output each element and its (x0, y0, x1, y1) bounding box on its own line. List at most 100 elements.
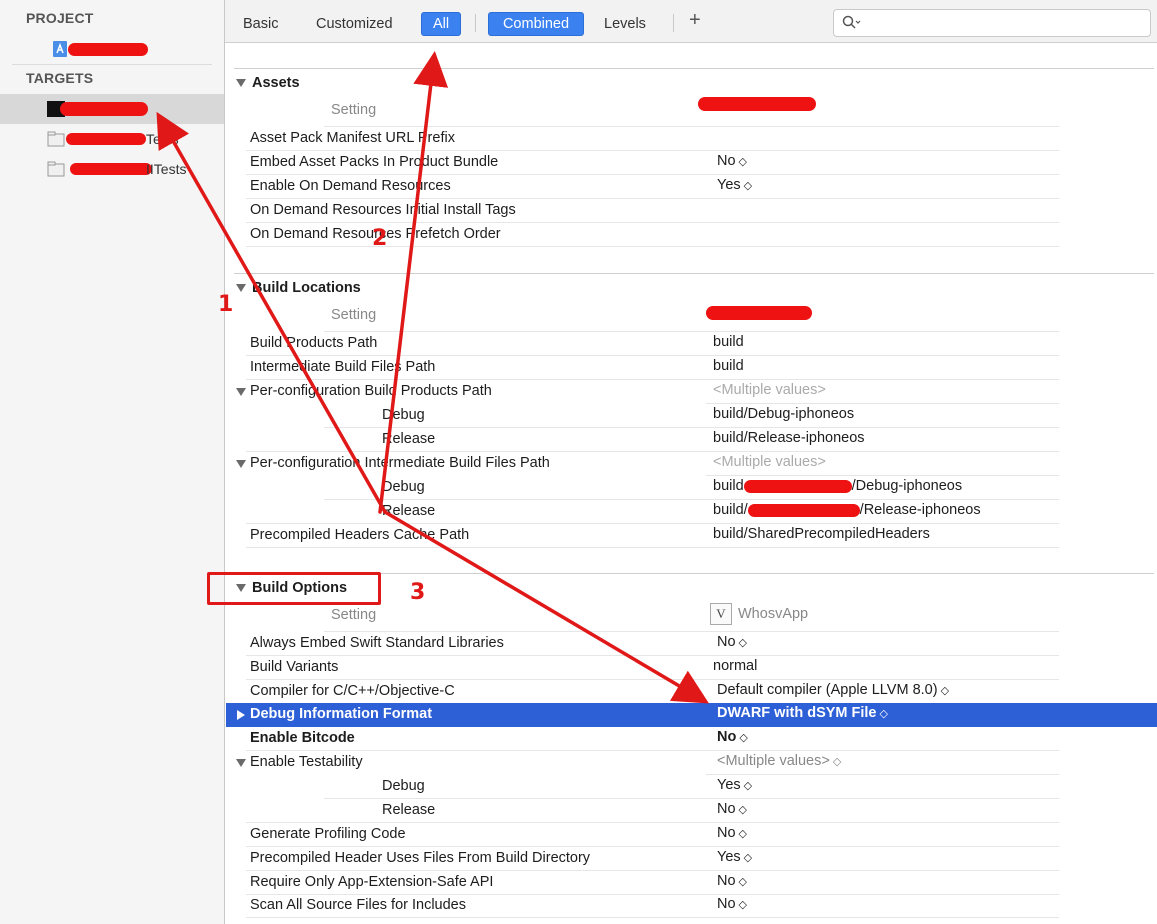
disclosure-triangle-icon[interactable] (236, 284, 246, 292)
setting-name: Build Variants (250, 659, 339, 675)
setting-row[interactable]: Build Products Path build (226, 332, 1157, 356)
setting-value[interactable]: <Multiple values> (713, 382, 826, 398)
setting-value-popup[interactable]: No ◇ (717, 873, 747, 889)
setting-value-popup[interactable]: No ◇ (717, 825, 747, 841)
setting-row-selected[interactable]: Debug Information Format DWARF with dSYM… (226, 703, 1157, 727)
setting-row[interactable]: Embed Asset Packs In Product Bundle No ◇ (226, 151, 1157, 175)
setting-row[interactable]: Enable On Demand Resources Yes ◇ (226, 175, 1157, 199)
setting-value-popup[interactable]: Default compiler (Apple LLVM 8.0) ◇ (717, 682, 949, 698)
setting-value[interactable]: build/Debug-iphoneos (713, 406, 854, 422)
setting-value[interactable]: build/SharedPrecompiledHeaders (713, 526, 930, 542)
section-title-build-options: Build Options (252, 580, 348, 596)
setting-name: Per-configuration Intermediate Build Fil… (250, 455, 550, 471)
column-header-setting: Setting (331, 607, 377, 623)
sidebar-item-project[interactable] (0, 34, 224, 64)
disclosure-triangle-icon[interactable] (236, 79, 246, 87)
tab-combined[interactable]: Combined (488, 12, 584, 36)
setting-value-popup[interactable]: DWARF with dSYM File ◇ (717, 705, 888, 721)
tab-customized[interactable]: Customized (310, 12, 399, 36)
setting-row-group[interactable]: Per-configuration Intermediate Build Fil… (226, 452, 1157, 476)
setting-value-popup[interactable]: <Multiple values> ◇ (717, 753, 841, 769)
tab-all[interactable]: All (421, 12, 461, 36)
setting-row-config[interactable]: Debug Yes ◇ (226, 775, 1157, 799)
updown-chevron-icon: ◇ (940, 685, 950, 697)
value-suffix: /Release-iphoneos (859, 502, 981, 518)
sidebar-item-uitests-target[interactable]: IITests (0, 154, 224, 184)
updown-chevron-icon: ◇ (879, 708, 888, 720)
setting-row[interactable]: Compiler for C/C++/Objective-C Default c… (226, 680, 1157, 704)
setting-value[interactable]: build/Release-iphoneos (713, 430, 865, 446)
setting-row[interactable]: Precompiled Headers Cache Path build/Sha… (226, 524, 1157, 548)
setting-row[interactable]: Always Embed Swift Standard Libraries No… (226, 632, 1157, 656)
setting-row[interactable]: On Demand Resources Initial Install Tags (226, 199, 1157, 223)
project-header: PROJECT (26, 10, 94, 26)
setting-value: DWARF with dSYM File (717, 705, 877, 721)
redaction-mark (698, 97, 816, 111)
setting-value-popup[interactable]: No ◇ (717, 801, 747, 817)
targets-header: TARGETS (26, 70, 94, 86)
setting-value[interactable]: build (713, 334, 744, 350)
configuration-name: Debug (382, 407, 425, 423)
column-header-setting: Setting (331, 102, 377, 118)
setting-row[interactable]: Intermediate Build Files Path build (226, 356, 1157, 380)
sidebar-item-tests-target[interactable]: Tests (0, 124, 224, 154)
setting-row-config[interactable]: Release build/ /Release-iphoneos (226, 500, 1157, 524)
setting-value: No (717, 801, 736, 817)
setting-row[interactable]: Precompiled Header Uses Files From Build… (226, 847, 1157, 871)
setting-value[interactable]: normal (713, 658, 757, 674)
setting-row-config[interactable]: Debug build/Debug-iphoneos (226, 404, 1157, 428)
redaction-mark (60, 102, 148, 116)
setting-value[interactable]: <Multiple values> (713, 454, 826, 470)
setting-value-popup[interactable]: Yes ◇ (717, 849, 752, 865)
disclosure-triangle-icon[interactable] (236, 460, 246, 468)
settings-filter-bar: Basic Customized All Combined Levels + (225, 0, 1157, 43)
setting-name: Enable On Demand Resources (250, 178, 451, 194)
setting-value-popup[interactable]: No ◇ (717, 634, 747, 650)
disclosure-triangle-icon[interactable] (236, 584, 246, 592)
setting-name: Intermediate Build Files Path (250, 359, 436, 375)
setting-value-popup[interactable]: No ◇ (717, 729, 748, 745)
setting-value: Yes (717, 777, 741, 793)
tab-levels[interactable]: Levels (598, 12, 652, 36)
setting-value-popup[interactable]: No ◇ (717, 896, 747, 912)
setting-value-popup[interactable]: Yes ◇ (717, 777, 752, 793)
updown-chevron-icon: ◇ (832, 756, 842, 768)
setting-name: Embed Asset Packs In Product Bundle (250, 154, 499, 170)
setting-value: No (717, 729, 737, 745)
setting-row[interactable]: Require Only App-Extension-Safe API No ◇ (226, 871, 1157, 895)
setting-row[interactable]: Generate Profiling Code No ◇ (226, 823, 1157, 847)
updown-chevron-icon: ◇ (738, 637, 748, 649)
setting-value: Yes (717, 177, 741, 193)
setting-row-group[interactable]: Per-configuration Build Products Path <M… (226, 380, 1157, 404)
setting-value-popup[interactable]: Yes ◇ (717, 177, 752, 193)
setting-value[interactable]: build (713, 358, 744, 374)
setting-row-group[interactable]: Enable Testability <Multiple values> ◇ (226, 751, 1157, 775)
sidebar-item-label: IITests (146, 161, 187, 177)
setting-value-popup[interactable]: No ◇ (717, 153, 747, 169)
setting-row[interactable]: On Demand Resources Prefetch Order (226, 223, 1157, 247)
tab-basic[interactable]: Basic (237, 12, 284, 36)
disclosure-triangle-icon[interactable] (236, 759, 246, 767)
setting-row-config[interactable]: Release No ◇ (226, 799, 1157, 823)
setting-row-config[interactable]: Release build/Release-iphoneos (226, 428, 1157, 452)
disclosure-triangle-icon[interactable] (236, 388, 246, 396)
add-setting-button[interactable]: + (683, 8, 707, 32)
setting-value[interactable]: build/Debug-iphoneos (713, 478, 962, 494)
search-field[interactable] (833, 9, 1151, 37)
setting-name: Scan All Source Files for Includes (250, 897, 466, 913)
sidebar-divider (12, 64, 212, 65)
setting-row[interactable]: Scan All Source Files for Includes No ◇ (226, 894, 1157, 918)
setting-value[interactable]: build/ /Release-iphoneos (713, 502, 981, 518)
setting-row[interactable]: Asset Pack Manifest URL Prefix (226, 127, 1157, 151)
setting-row[interactable]: Enable Bitcode No ◇ (226, 727, 1157, 751)
setting-name: Always Embed Swift Standard Libraries (250, 635, 504, 651)
section-divider (234, 273, 1154, 274)
setting-row[interactable]: Build Variants normal (226, 656, 1157, 680)
setting-name: Debug Information Format (250, 706, 433, 722)
sidebar-item-app-target[interactable] (0, 94, 224, 124)
search-input[interactable] (864, 13, 1144, 33)
setting-row-config[interactable]: Debug build/Debug-iphoneos (226, 476, 1157, 500)
setting-name: Build Products Path (250, 335, 378, 351)
setting-name: Enable Testability (250, 754, 363, 770)
disclosure-triangle-icon[interactable] (237, 710, 245, 720)
